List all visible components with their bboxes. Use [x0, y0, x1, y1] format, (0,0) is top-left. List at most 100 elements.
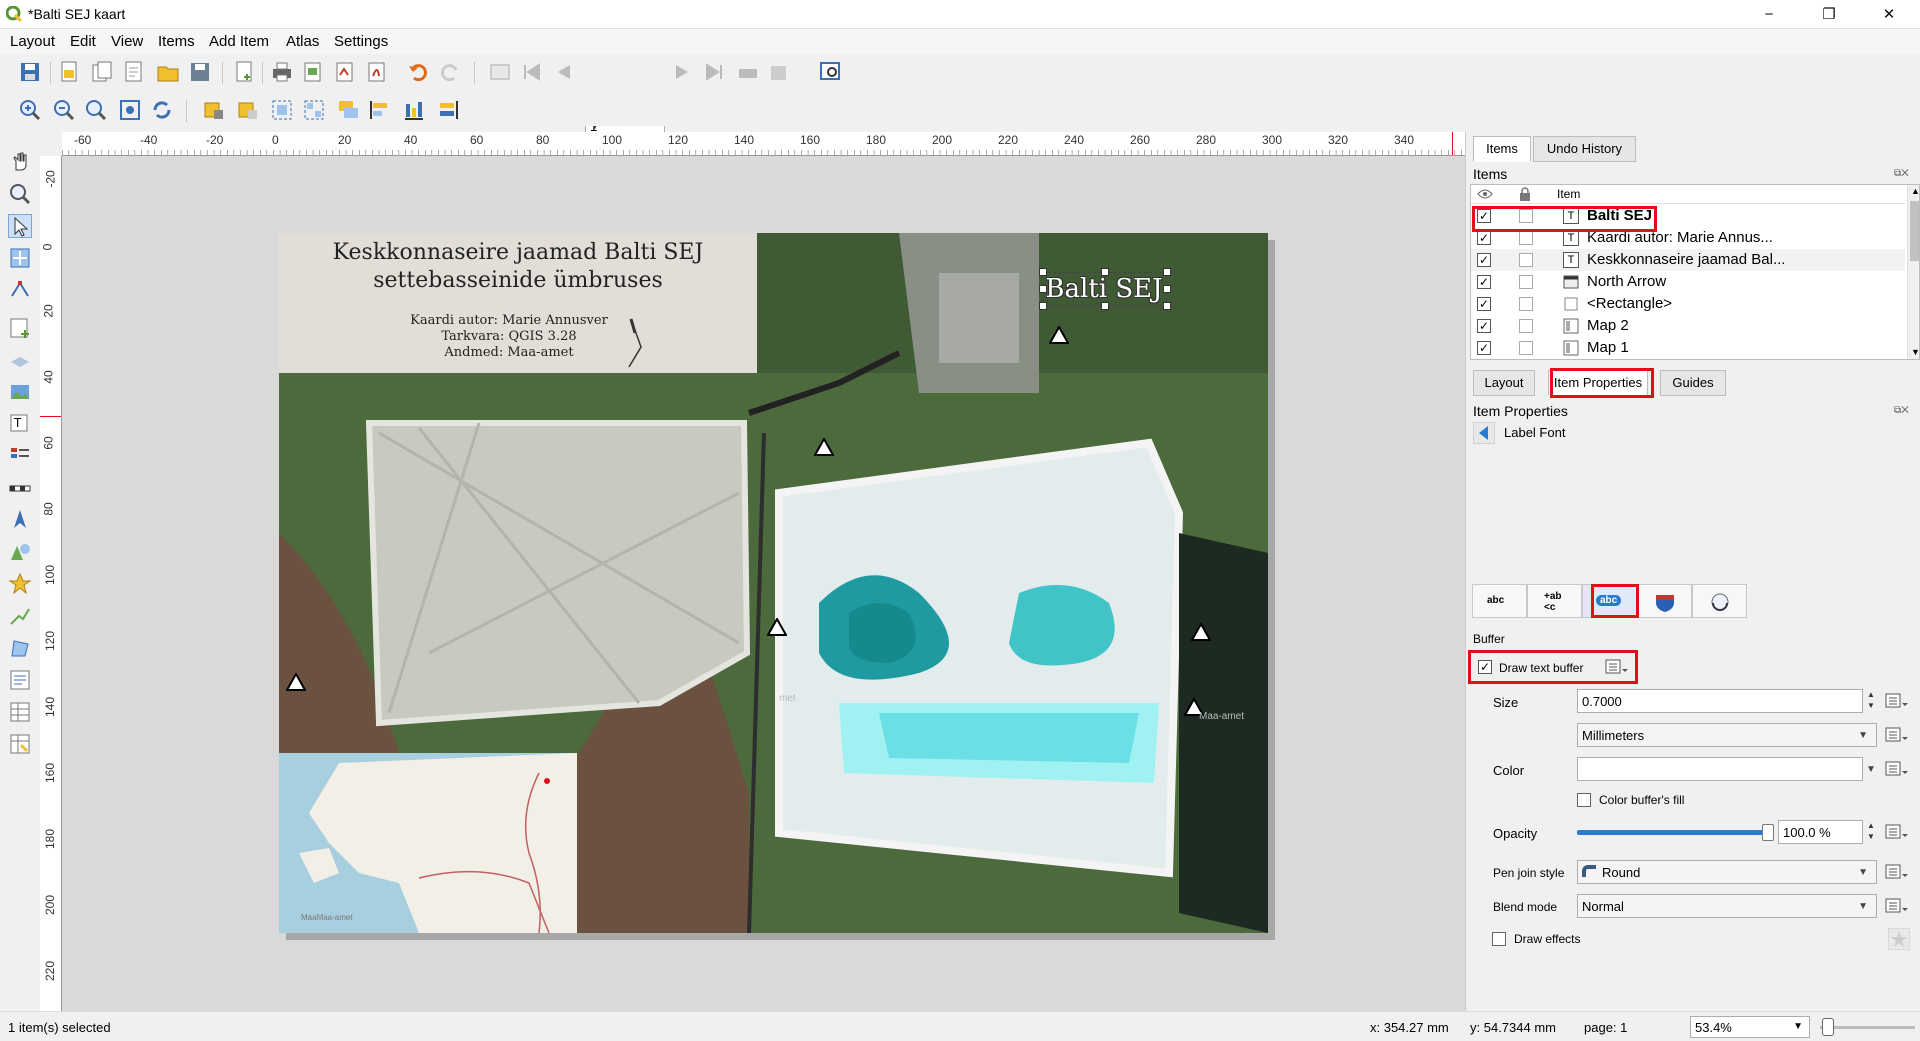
draw-effects-checkbox[interactable]: [1492, 932, 1506, 946]
balti-sej-label[interactable]: Balti SEJ: [1044, 271, 1164, 307]
blend-mode-select[interactable]: Normal ▼: [1577, 894, 1877, 918]
buffer-color-button[interactable]: [1577, 757, 1863, 781]
lock-checkbox[interactable]: [1519, 231, 1533, 245]
menu-view[interactable]: View: [111, 33, 143, 50]
add-3d-map-icon[interactable]: [8, 348, 32, 372]
opacity-slider-thumb[interactable]: [1762, 824, 1774, 841]
distribute-items-icon[interactable]: [402, 98, 426, 122]
move-content-icon[interactable]: [8, 246, 32, 270]
opacity-slider[interactable]: [1577, 830, 1768, 835]
item-row-rectangle[interactable]: ✓ <Rectangle>: [1471, 293, 1905, 315]
inset-map[interactable]: MaaMaa-amet: [279, 753, 577, 933]
export-svg-icon[interactable]: [334, 60, 358, 84]
item-row-north-arrow[interactable]: ✓ North Arrow: [1471, 271, 1905, 293]
next-feature-icon[interactable]: [670, 60, 694, 84]
add-map-icon[interactable]: [8, 316, 32, 340]
opacity-input[interactable]: 100.0 %: [1778, 820, 1863, 844]
visibility-checkbox[interactable]: ✓: [1477, 275, 1491, 289]
export-atlas-icon[interactable]: [768, 60, 792, 84]
add-shape-icon[interactable]: [8, 540, 32, 564]
data-defined-override-icon[interactable]: [1885, 822, 1909, 842]
lock-items-icon[interactable]: [202, 98, 226, 122]
zoom-slider-thumb[interactable]: [1822, 1018, 1834, 1036]
resize-handle[interactable]: [1163, 285, 1171, 293]
group-items-icon[interactable]: [270, 98, 294, 122]
lock-checkbox[interactable]: [1519, 319, 1533, 333]
zoom-100-icon[interactable]: [84, 98, 108, 122]
data-defined-override-icon[interactable]: [1885, 759, 1909, 779]
data-defined-override-icon[interactable]: [1885, 691, 1909, 711]
close-button[interactable]: ✕: [1866, 0, 1912, 29]
formatting-tab[interactable]: +ab <c: [1527, 584, 1582, 618]
edit-nodes-icon[interactable]: [8, 278, 32, 302]
print-icon[interactable]: [270, 60, 294, 84]
tab-layout[interactable]: Layout: [1473, 370, 1535, 396]
color-dropdown-arrow[interactable]: ▼: [1866, 764, 1876, 775]
tab-guides[interactable]: Guides: [1660, 370, 1726, 396]
first-feature-icon[interactable]: [520, 60, 544, 84]
duplicate-layout-icon[interactable]: [90, 60, 114, 84]
add-scalebar-icon[interactable]: [8, 476, 32, 500]
tab-undo-history[interactable]: Undo History: [1533, 136, 1636, 162]
zoom-tool-icon[interactable]: [8, 182, 32, 206]
tab-items[interactable]: Items: [1473, 136, 1531, 162]
pen-join-select[interactable]: Round ▼: [1577, 860, 1877, 884]
menu-settings[interactable]: Settings: [334, 33, 388, 50]
pan-icon[interactable]: [8, 150, 32, 174]
data-defined-override-icon[interactable]: [1885, 862, 1909, 882]
north-arrow-icon[interactable]: [621, 317, 651, 369]
resize-items-icon[interactable]: [436, 98, 460, 122]
item-row-map-2[interactable]: ✓ Map 2: [1471, 315, 1905, 337]
atlas-settings-icon[interactable]: [488, 60, 512, 84]
raise-items-icon[interactable]: [336, 98, 360, 122]
lock-checkbox[interactable]: [1519, 253, 1533, 267]
items-scrollbar[interactable]: ▲ ▼: [1907, 185, 1919, 359]
opacity-spin-buttons[interactable]: ▲ ▼: [1864, 820, 1878, 844]
size-spin-buttons[interactable]: ▲ ▼: [1864, 689, 1878, 713]
layout-canvas[interactable]: Keskkonnaseire jaamad Balti SEJ settebas…: [62, 156, 1465, 1011]
zoom-out-icon[interactable]: [52, 98, 76, 122]
background-tab[interactable]: [1637, 584, 1692, 618]
dock-float-close-icon[interactable]: ⧉✕: [1894, 405, 1909, 416]
export-pdf-icon[interactable]: [366, 60, 390, 84]
last-feature-icon[interactable]: [702, 60, 726, 84]
ungroup-items-icon[interactable]: [302, 98, 326, 122]
visibility-checkbox[interactable]: ✓: [1477, 341, 1491, 355]
back-arrow-icon[interactable]: [1473, 422, 1495, 444]
layout-manager-icon[interactable]: [122, 60, 146, 84]
color-buffer-fill-checkbox[interactable]: [1577, 793, 1591, 807]
save-template-icon[interactable]: [188, 60, 212, 84]
lock-checkbox[interactable]: [1519, 275, 1533, 289]
visibility-checkbox[interactable]: ✓: [1477, 319, 1491, 333]
resize-handle[interactable]: [1163, 302, 1171, 310]
data-defined-override-icon[interactable]: [1885, 725, 1909, 745]
menu-add-item[interactable]: Add Item: [209, 33, 269, 50]
add-attribute-table-icon[interactable]: [8, 700, 32, 724]
new-layout-icon[interactable]: [58, 60, 82, 84]
minimize-button[interactable]: −: [1746, 0, 1792, 29]
item-row-map-1[interactable]: ✓ Map 1: [1471, 337, 1905, 359]
layout-page[interactable]: Keskkonnaseire jaamad Balti SEJ settebas…: [279, 233, 1268, 933]
shadow-tab[interactable]: [1692, 584, 1747, 618]
add-html-icon[interactable]: [8, 668, 32, 692]
lock-checkbox[interactable]: [1519, 297, 1533, 311]
redo-icon[interactable]: [438, 60, 462, 84]
zoom-slider[interactable]: [1820, 1026, 1915, 1029]
maximize-button[interactable]: ❐: [1806, 0, 1852, 29]
select-move-icon[interactable]: [8, 214, 32, 238]
data-defined-override-icon[interactable]: [1885, 896, 1909, 916]
undo-icon[interactable]: [406, 60, 430, 84]
menu-layout[interactable]: Layout: [10, 33, 55, 50]
open-template-icon[interactable]: [156, 60, 180, 84]
unlock-items-icon[interactable]: [236, 98, 260, 122]
align-items-icon[interactable]: [368, 98, 392, 122]
add-marker-icon[interactable]: [8, 572, 32, 596]
menu-edit[interactable]: Edit: [70, 33, 96, 50]
zoom-combo[interactable]: 53.4% ▼: [1690, 1016, 1810, 1038]
previous-feature-icon[interactable]: [552, 60, 576, 84]
buffer-size-input[interactable]: 0.7000: [1577, 689, 1863, 713]
visibility-checkbox[interactable]: ✓: [1477, 297, 1491, 311]
menu-items[interactable]: Items: [158, 33, 195, 50]
save-icon[interactable]: [18, 60, 42, 84]
item-properties-toolbar-icon[interactable]: [818, 60, 842, 84]
